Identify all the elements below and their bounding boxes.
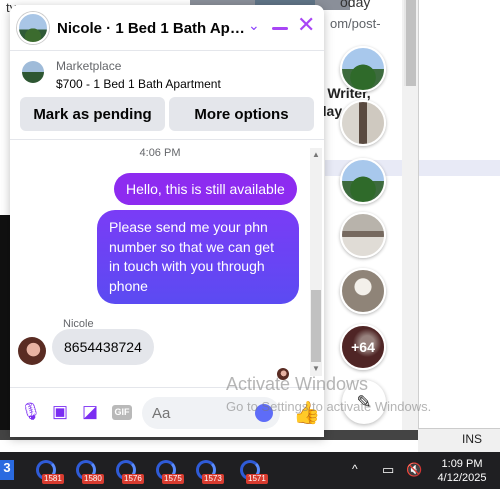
background-url: om/post- (330, 16, 381, 31)
chat-header[interactable]: Nicole · 1 Bed 1 Bath Apart... ⌄ ✕ (10, 5, 324, 51)
taskbar-app-icon[interactable]: 3 (0, 460, 14, 480)
status-bar (418, 428, 500, 452)
divider (418, 0, 419, 440)
background-panel (0, 215, 10, 440)
taskbar-app-button[interactable]: 1575 (154, 458, 184, 484)
outgoing-message: Please send me your phn number so that w… (97, 210, 299, 304)
message-scrollbar-thumb[interactable] (311, 290, 321, 362)
chat-head-avatar[interactable] (340, 46, 386, 92)
minimize-icon[interactable] (272, 27, 288, 30)
more-chats-button[interactable]: +64 (340, 324, 386, 370)
more-options-button[interactable]: More options (169, 97, 314, 131)
show-hidden-icons-icon[interactable]: ^ (352, 462, 358, 476)
chat-title[interactable]: Nicole · 1 Bed 1 Bath Apart... (57, 20, 247, 37)
clock-date: 4/12/2025 (437, 472, 487, 484)
marketplace-listing[interactable]: Marketplace $700 - 1 Bed 1 Bath Apartmen… (10, 51, 324, 99)
listing-title: $700 - 1 Bed 1 Bath Apartment (56, 77, 221, 91)
notification-badge: 1571 (246, 474, 268, 484)
chat-head-avatar[interactable] (340, 100, 386, 146)
taskbar-app-button[interactable]: 1573 (194, 458, 224, 484)
marketplace-label: Marketplace (56, 59, 122, 73)
background-text: oday (340, 0, 371, 10)
taskbar: 3 1581 1580 1576 1575 1573 1571 ^ ▭ 🔇 1:… (0, 452, 500, 489)
page-scrollbar-thumb[interactable] (404, 0, 416, 86)
notification-badge: 1580 (82, 474, 104, 484)
more-chats-count: +64 (351, 339, 375, 355)
chat-head-avatar[interactable] (340, 268, 386, 314)
taskbar-app-button[interactable]: 1576 (114, 458, 144, 484)
taskbar-app-button[interactable]: 1580 (74, 458, 104, 484)
listing-thumbnail (22, 61, 44, 83)
message-timestamp: 4:06 PM (139, 147, 181, 159)
chat-head-avatar[interactable] (340, 158, 386, 204)
taskbar-app-button[interactable]: 1581 (34, 458, 64, 484)
avatar[interactable] (18, 337, 46, 365)
activation-watermark-title: Activate Windows (226, 374, 369, 394)
gif-icon[interactable]: GIF (112, 405, 132, 420)
message-list: 4:06 PM Hello, this is still available P… (10, 139, 324, 380)
scroll-down-arrow-icon[interactable]: ▼ (312, 364, 320, 373)
sticker-icon[interactable]: ◪ (80, 402, 100, 422)
clock-time: 1:09 PM (441, 458, 483, 470)
notification-badge: 1576 (122, 474, 144, 484)
clock[interactable]: 1:09 PM 4/12/2025 (432, 457, 492, 485)
avatar[interactable] (17, 12, 49, 44)
listing-actions: Mark as pending More options (20, 97, 314, 133)
outgoing-message: Hello, this is still available (114, 173, 297, 205)
close-icon[interactable]: ✕ (297, 14, 315, 36)
chat-head-avatar[interactable] (340, 212, 386, 258)
taskbar-app-button[interactable]: 1571 (238, 458, 268, 484)
notification-badge: 1573 (202, 474, 224, 484)
notification-badge: 1575 (162, 474, 184, 484)
network-icon[interactable]: ▭ (382, 462, 394, 478)
scroll-up-arrow-icon[interactable]: ▲ (312, 150, 320, 159)
activation-watermark-subtitle: Go to Settings to activate Windows. (226, 399, 432, 414)
mark-as-pending-button[interactable]: Mark as pending (20, 97, 165, 131)
ins-indicator: INS (462, 432, 483, 446)
notification-badge: 1581 (42, 474, 64, 484)
chat-window: Nicole · 1 Bed 1 Bath Apart... ⌄ ✕ Marke… (10, 5, 324, 437)
photo-icon[interactable]: ▣ (50, 402, 70, 422)
incoming-message: 8654438724 (52, 329, 154, 365)
microphone-icon[interactable]: 🎙 (20, 402, 42, 422)
volume-muted-icon[interactable]: 🔇 (406, 462, 422, 478)
chevron-down-icon[interactable]: ⌄ (248, 17, 260, 34)
